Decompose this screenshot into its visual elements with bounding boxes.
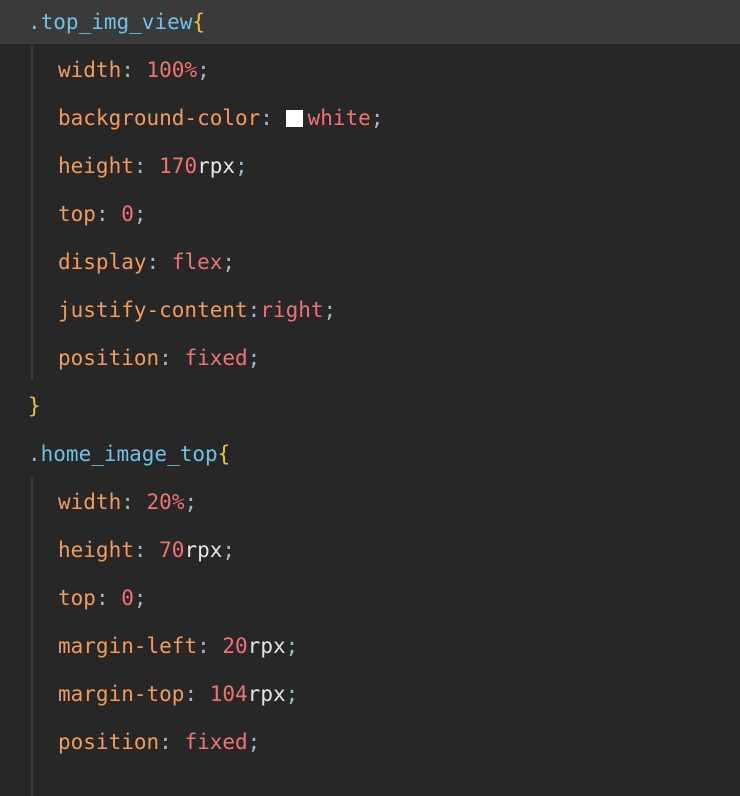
code-line[interactable]: .top_img_view{ xyxy=(0,0,740,44)
code-line[interactable]: display: flex; xyxy=(0,240,740,284)
css-property: justify-content xyxy=(58,298,248,322)
code-line[interactable]: .home_image_top{ xyxy=(0,432,740,476)
css-semicolon: ; xyxy=(197,58,210,82)
code-line[interactable]: width: 100%; xyxy=(0,48,740,92)
css-property: display xyxy=(58,250,147,274)
css-property: margin-left xyxy=(58,634,198,658)
css-number: 104 xyxy=(209,682,248,706)
css-keyword: flex xyxy=(171,250,223,274)
css-semicolon: ; xyxy=(247,730,261,754)
css-semicolon: ; xyxy=(222,538,236,562)
css-unit: rpx xyxy=(184,538,223,562)
css-keyword: right xyxy=(260,298,324,322)
css-semicolon: ; xyxy=(370,106,384,130)
css-number: 170 xyxy=(159,154,198,178)
css-semicolon: ; xyxy=(184,490,198,514)
code-line[interactable]: justify-content:right; xyxy=(0,288,740,332)
css-colon: : xyxy=(133,154,160,178)
code-line[interactable]: height: 170rpx; xyxy=(0,144,740,188)
css-number: 20 xyxy=(222,634,248,658)
code-line[interactable]: top: 0; xyxy=(0,576,740,620)
code-line[interactable]: position: fixed; xyxy=(0,720,740,764)
code-line[interactable]: margin-left: 20rpx; xyxy=(0,624,740,668)
css-unit: rpx xyxy=(197,154,236,178)
css-property: background-color xyxy=(58,106,261,130)
code-line[interactable]: background-color: white; xyxy=(0,96,740,140)
css-property: height xyxy=(58,538,134,562)
css-colon: : xyxy=(95,586,122,610)
css-semicolon: ; xyxy=(323,298,337,322)
css-unit-percent: % xyxy=(171,490,185,514)
css-colon: : xyxy=(159,346,185,370)
css-property: height xyxy=(58,154,134,178)
css-colon: : xyxy=(146,250,172,274)
css-keyword: white xyxy=(307,106,371,130)
css-property: top xyxy=(58,202,96,226)
css-unit: rpx xyxy=(247,634,286,658)
css-semicolon: ; xyxy=(222,250,236,274)
css-selector: .home_image_top xyxy=(28,442,218,466)
css-semicolon: ; xyxy=(285,634,299,658)
css-selector: .top_img_view xyxy=(28,10,193,34)
css-colon: : xyxy=(121,490,147,514)
css-unit-percent: % xyxy=(184,58,198,82)
css-semicolon: ; xyxy=(285,682,299,706)
css-colon: : xyxy=(184,682,210,706)
code-line[interactable]: margin-top: 104rpx; xyxy=(0,672,740,716)
code-line[interactable]: width: 20%; xyxy=(0,480,740,524)
css-property: position xyxy=(58,730,160,754)
open-brace: { xyxy=(192,10,206,34)
css-number: 0 xyxy=(121,586,134,610)
css-unit: rpx xyxy=(247,682,286,706)
css-semicolon: ; xyxy=(133,586,147,610)
code-line[interactable]: height: 70rpx; xyxy=(0,528,740,572)
css-semicolon: ; xyxy=(235,154,248,178)
css-colon: : xyxy=(159,730,185,754)
css-colon: : xyxy=(247,298,261,322)
css-property: width xyxy=(58,58,122,82)
css-property: top xyxy=(58,586,96,610)
css-keyword: fixed xyxy=(184,730,248,754)
code-line[interactable]: top: 0; xyxy=(0,192,740,236)
css-number: 0 xyxy=(121,202,134,226)
css-property: width xyxy=(58,490,122,514)
css-number: 20 xyxy=(146,490,172,514)
css-colon: : xyxy=(133,538,160,562)
css-number: 100 xyxy=(146,58,185,82)
css-colon: : xyxy=(121,58,147,82)
open-brace: { xyxy=(217,442,231,466)
code-line[interactable]: position: fixed; xyxy=(0,336,740,380)
color-swatch-icon[interactable] xyxy=(285,110,303,127)
css-keyword: fixed xyxy=(184,346,248,370)
css-colon: : xyxy=(260,106,286,130)
css-number: 70 xyxy=(159,538,185,562)
close-brace: } xyxy=(28,394,41,418)
css-property: position xyxy=(58,346,160,370)
code-editor[interactable]: .top_img_view{ width: 100%; background-c… xyxy=(0,0,740,796)
css-semicolon: ; xyxy=(247,346,261,370)
css-colon: : xyxy=(95,202,122,226)
code-line[interactable]: } xyxy=(0,384,740,428)
css-semicolon: ; xyxy=(133,202,147,226)
css-colon: : xyxy=(197,634,223,658)
css-property: margin-top xyxy=(58,682,185,706)
